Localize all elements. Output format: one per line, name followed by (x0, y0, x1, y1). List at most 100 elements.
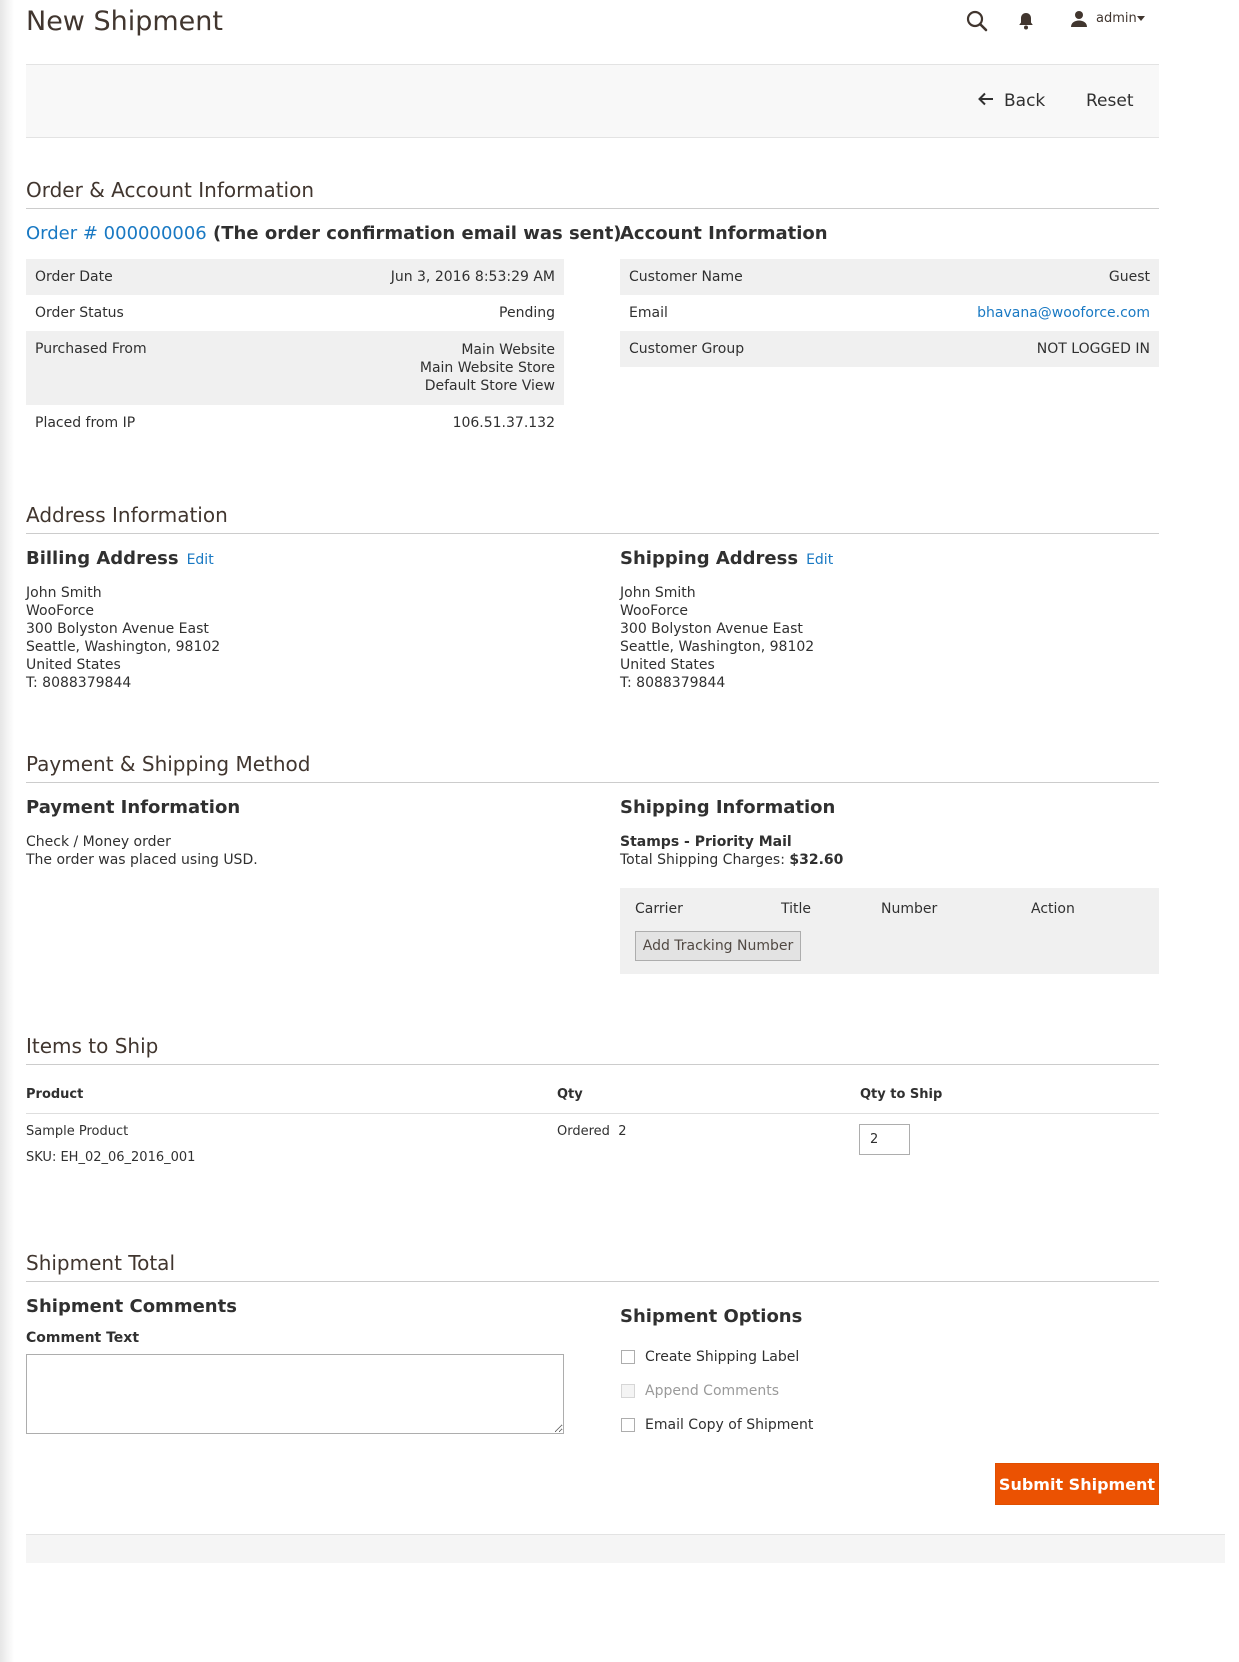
billing-edit-link[interactable]: Edit (187, 552, 214, 568)
email-label: Email (629, 305, 668, 321)
back-button-label: Back (1004, 91, 1046, 111)
chevron-down-icon[interactable] (1137, 16, 1145, 21)
reset-button[interactable]: Reset (1086, 89, 1134, 113)
order-status-label: Order Status (35, 305, 124, 321)
page-edge-shadow (0, 0, 14, 1662)
shipping-info-title: Shipping Information (620, 797, 836, 818)
billing-address-line: United States (26, 657, 121, 673)
account-info-title: Account Information (620, 223, 828, 244)
purchased-from-website: Main Website (461, 342, 555, 358)
item-qty-ordered-value: 2 (618, 1124, 627, 1139)
item-qty-ordered: Ordered 2 (557, 1124, 626, 1139)
email-copy-option[interactable]: Email Copy of Shipment (621, 1417, 813, 1433)
shipping-address-line: WooForce (620, 603, 689, 619)
order-info-table: Order Date Jun 3, 2016 8:53:29 AM Order … (26, 259, 564, 441)
items-header-qty-to-ship: Qty to Ship (860, 1087, 943, 1102)
customer-email-link[interactable]: bhavana@wooforce.com (977, 305, 1150, 321)
order-status-value: Pending (499, 305, 555, 321)
table-row: Order Date Jun 3, 2016 8:53:29 AM (26, 259, 564, 295)
billing-address-heading: Billing Address Edit (26, 548, 214, 569)
billing-address-line: WooForce (26, 603, 95, 619)
shipping-address-line: United States (620, 657, 715, 673)
purchased-from-label: Purchased From (35, 341, 147, 357)
payment-currency-note: The order was placed using USD. (26, 852, 258, 868)
shipment-comments-title: Shipment Comments (26, 1296, 237, 1317)
billing-address-line: John Smith (26, 585, 102, 601)
comment-text-label: Comment Text (26, 1330, 140, 1346)
tracking-header-title: Title (781, 901, 812, 917)
table-row: Order Status Pending (26, 295, 564, 331)
table-row: Customer Group NOT LOGGED IN (620, 331, 1159, 367)
user-avatar-icon[interactable] (1070, 10, 1088, 32)
billing-address-block: John Smith WooForce 300 Bolyston Avenue … (26, 584, 220, 692)
shipping-edit-link[interactable]: Edit (806, 552, 833, 568)
customer-group-value: NOT LOGGED IN (1036, 341, 1150, 357)
tracking-header-action: Action (1031, 901, 1075, 917)
back-button[interactable]: Back (978, 89, 1045, 113)
search-icon[interactable] (966, 10, 988, 36)
tracking-header-carrier: Carrier (635, 901, 683, 917)
order-heading: Order # 000000006 (The order confirmatio… (26, 223, 622, 244)
footer-bar (26, 1534, 1225, 1563)
shipping-address-line: 300 Bolyston Avenue East (620, 621, 803, 637)
qty-to-ship-input[interactable] (859, 1124, 910, 1155)
shipping-address-block: John Smith WooForce 300 Bolyston Avenue … (620, 584, 814, 692)
shipping-charges-value: $32.60 (789, 852, 844, 868)
customer-group-label: Customer Group (629, 341, 745, 357)
append-comments-option: Append Comments (621, 1383, 779, 1399)
table-row: Purchased From Main Website Main Website… (26, 331, 564, 405)
item-sku: SKU: EH_02_06_2016_001 (26, 1150, 196, 1165)
item-product-name: Sample Product (26, 1124, 129, 1139)
billing-address-title: Billing Address (26, 548, 179, 569)
purchased-from-value: Main Website Main Website Store Default … (250, 331, 564, 405)
billing-address-line: 300 Bolyston Avenue East (26, 621, 209, 637)
shipping-address-line: John Smith (620, 585, 696, 601)
purchased-from-store: Main Website Store (419, 360, 555, 376)
purchased-from-view: Default Store View (424, 378, 555, 394)
shipping-charges-label: Total Shipping Charges: (620, 852, 785, 868)
submit-shipment-button[interactable]: Submit Shipment (995, 1463, 1159, 1505)
customer-name-label: Customer Name (629, 269, 743, 285)
items-header-qty: Qty (557, 1087, 583, 1102)
shipping-method: Stamps - Priority Mail (620, 834, 792, 850)
item-qty-ordered-label: Ordered (557, 1124, 610, 1139)
append-comments-text: Append Comments (645, 1383, 780, 1399)
placed-from-ip-label: Placed from IP (35, 415, 136, 431)
bell-icon[interactable] (1018, 12, 1034, 34)
append-comments-checkbox (621, 1384, 635, 1398)
page-title: New Shipment (26, 6, 223, 37)
section-title-address: Address Information (26, 503, 1159, 534)
user-menu-label[interactable]: admin (1096, 11, 1137, 26)
arrow-left-icon (978, 91, 994, 111)
shipping-address-heading: Shipping Address Edit (620, 548, 833, 569)
billing-address-line: Seattle, Washington, 98102 (26, 639, 221, 655)
email-copy-checkbox[interactable] (621, 1418, 635, 1432)
order-date-label: Order Date (35, 269, 113, 285)
email-copy-text: Email Copy of Shipment (645, 1417, 814, 1433)
comment-text-area[interactable] (26, 1354, 564, 1434)
table-row: Email bhavana@wooforce.com (620, 295, 1159, 331)
placed-from-ip-value: 106.51.37.132 (452, 415, 555, 431)
customer-name-value: Guest (1108, 269, 1150, 285)
table-row: Placed from IP 106.51.37.132 (26, 405, 564, 441)
shipping-address-line: T: 8088379844 (620, 675, 726, 691)
order-email-note: (The order confirmation email was sent) (213, 223, 622, 244)
create-shipping-label-option[interactable]: Create Shipping Label (621, 1349, 799, 1365)
add-tracking-number-button[interactable]: Add Tracking Number (635, 931, 801, 961)
shipment-options-title: Shipment Options (620, 1306, 803, 1327)
shipping-charges: Total Shipping Charges: $32.60 (620, 851, 843, 869)
table-row: Customer Name Guest (620, 259, 1159, 295)
section-title-shipment-total: Shipment Total (26, 1251, 1159, 1282)
create-shipping-label-text: Create Shipping Label (645, 1349, 800, 1365)
order-date-value: Jun 3, 2016 8:53:29 AM (390, 269, 555, 285)
order-number-link[interactable]: Order # 000000006 (26, 223, 207, 244)
section-title-payment-shipping: Payment & Shipping Method (26, 752, 1159, 783)
items-header-divider (26, 1113, 1159, 1114)
tracking-header-number: Number (881, 901, 938, 917)
shipping-info-block: Stamps - Priority Mail Total Shipping Ch… (620, 833, 843, 869)
create-shipping-label-checkbox[interactable] (621, 1350, 635, 1364)
account-info-table: Customer Name Guest Email bhavana@woofor… (620, 259, 1159, 367)
payment-info-title: Payment Information (26, 797, 241, 818)
payment-info-block: Check / Money order The order was placed… (26, 833, 258, 869)
payment-method: Check / Money order (26, 834, 171, 850)
